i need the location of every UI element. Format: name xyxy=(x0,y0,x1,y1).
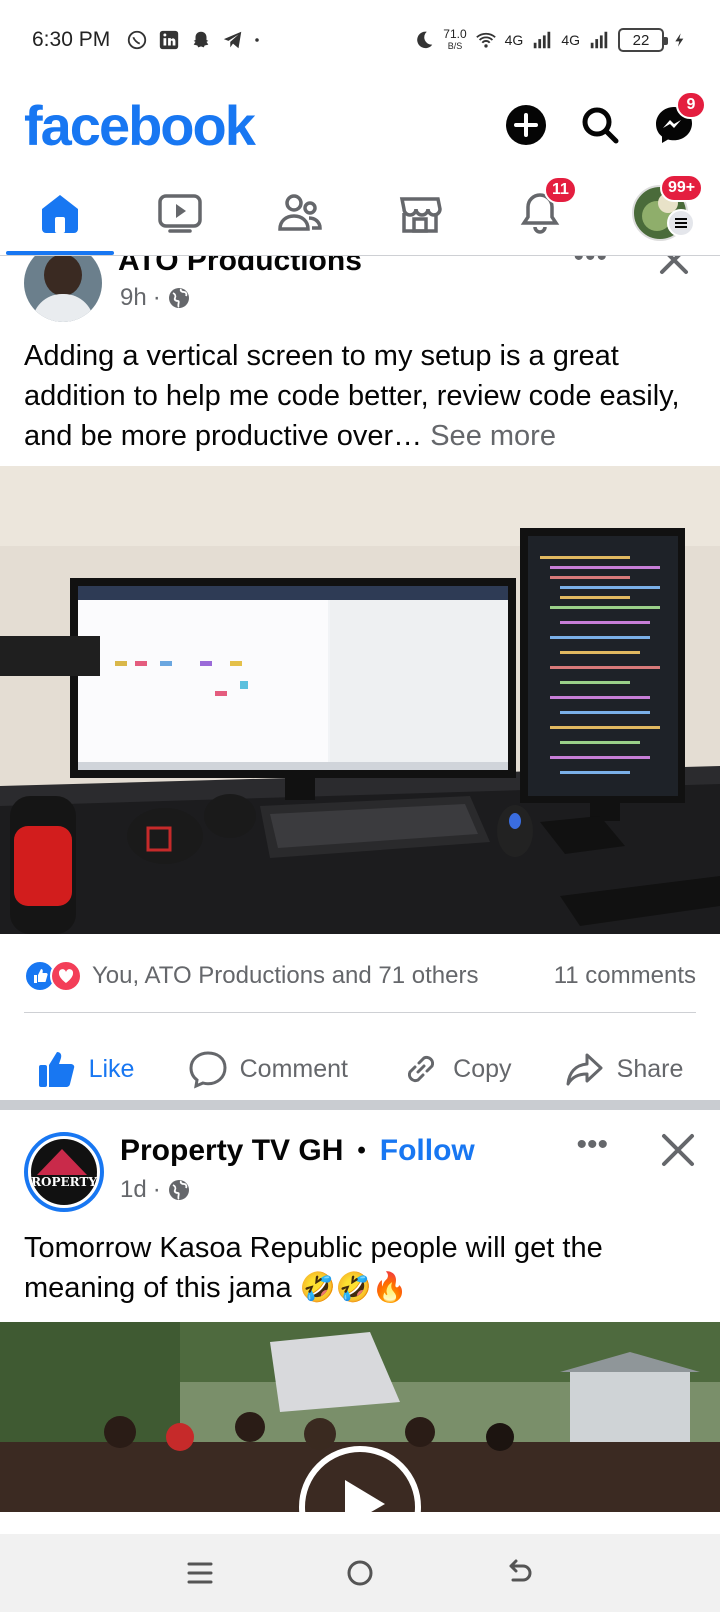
video-thumbnail xyxy=(0,1322,720,1512)
reactions-text: You, ATO Productions and 71 others xyxy=(92,962,479,989)
meta-dot: · xyxy=(152,284,161,311)
copy-button[interactable]: Copy xyxy=(401,1049,512,1089)
marketplace-icon xyxy=(399,196,442,233)
tab-home[interactable] xyxy=(0,170,120,255)
back-icon[interactable] xyxy=(505,1558,535,1588)
like-label: Like xyxy=(88,1054,135,1083)
charging-icon xyxy=(675,33,684,47)
page-avatar[interactable]: ROPERTY xyxy=(24,1132,104,1212)
close-icon[interactable] xyxy=(660,1132,696,1168)
signal-icon-2 xyxy=(590,31,608,49)
system-nav-bar xyxy=(0,1534,720,1612)
feed-post: ATO Productions 9h · ••• Adding a vertic… xyxy=(0,240,720,1136)
desk-setup-image xyxy=(0,466,720,934)
battery-indicator: 22 xyxy=(618,28,668,52)
battery-level: 22 xyxy=(632,31,650,49)
notifications-badge: 11 xyxy=(544,176,577,204)
post-meta: 1d · xyxy=(120,1176,191,1204)
copy-label: Copy xyxy=(453,1054,512,1083)
link-icon xyxy=(408,1055,435,1083)
network-type-2: 4G xyxy=(561,32,580,48)
dot-icon xyxy=(255,38,259,42)
linkedin-icon xyxy=(160,30,179,50)
post-meta: 9h · xyxy=(120,284,191,312)
love-reaction-icon xyxy=(50,960,82,992)
status-bar: 6:30 PM 71.0 B/S 4G 4G 22 xyxy=(0,0,720,80)
whatsapp-icon xyxy=(128,30,147,50)
main-tab-bar: 11 99+ xyxy=(0,170,720,256)
network-type-1: 4G xyxy=(504,32,524,48)
app-header: facebook 9 xyxy=(0,80,720,170)
recent-apps-icon[interactable] xyxy=(185,1558,215,1588)
create-button[interactable] xyxy=(504,103,548,147)
tab-marketplace[interactable] xyxy=(360,170,480,255)
comments-count[interactable]: 11 comments xyxy=(554,962,696,990)
net-speed-value: 71.0 xyxy=(443,27,467,41)
feed-post: ROPERTY Property TV GH • Follow 1d · •••… xyxy=(0,1110,720,1512)
globe-icon xyxy=(168,288,189,308)
facebook-logo[interactable]: facebook xyxy=(24,93,256,158)
globe-icon xyxy=(168,1180,189,1200)
messenger-button[interactable]: 9 xyxy=(652,91,706,147)
post-time[interactable]: 1d xyxy=(120,1176,147,1204)
see-more-link[interactable]: See more xyxy=(430,420,556,452)
search-button[interactable] xyxy=(578,103,622,147)
tab-watch[interactable] xyxy=(120,170,240,255)
post-text: Adding a vertical screen to my setup is … xyxy=(24,336,704,456)
post-video[interactable] xyxy=(0,1322,720,1512)
comment-button[interactable]: Comment xyxy=(188,1049,348,1089)
thumbs-up-icon xyxy=(38,1052,74,1087)
share-label: Share xyxy=(616,1054,684,1083)
page-header: Property TV GH • Follow xyxy=(120,1134,475,1168)
home-nav-icon[interactable] xyxy=(345,1558,375,1588)
post-more-button[interactable]: ••• xyxy=(576,1128,608,1162)
search-icon xyxy=(582,107,619,144)
post-body: Adding a vertical screen to my setup is … xyxy=(24,340,680,452)
page-name[interactable]: Property TV GH xyxy=(120,1134,343,1168)
feed-separator xyxy=(0,1100,720,1110)
friends-icon xyxy=(278,193,322,231)
reaction-icons xyxy=(24,960,82,992)
video-icon xyxy=(158,193,202,233)
divider xyxy=(24,1012,696,1013)
share-button[interactable]: Share xyxy=(565,1049,684,1089)
telegram-icon xyxy=(224,31,242,49)
tab-notifications[interactable]: 11 xyxy=(480,170,600,255)
like-button[interactable]: Like xyxy=(37,1049,135,1089)
tab-friends[interactable] xyxy=(240,170,360,255)
post-time[interactable]: 9h xyxy=(120,284,147,312)
net-speed-unit: B/S xyxy=(447,41,463,51)
network-speed: 71.0 B/S xyxy=(443,28,466,52)
post-text: Tomorrow Kasoa Republic people will get … xyxy=(24,1232,603,1304)
name-dot: • xyxy=(357,1137,366,1164)
plus-icon xyxy=(506,105,546,145)
share-icon xyxy=(566,1053,603,1086)
moon-icon xyxy=(417,31,433,49)
tab-menu[interactable]: 99+ xyxy=(600,170,720,255)
meta-dot: · xyxy=(152,1176,161,1203)
reactions-summary[interactable]: You, ATO Productions and 71 others 11 co… xyxy=(24,956,696,996)
menu-badge: 99+ xyxy=(660,174,704,202)
wifi-icon xyxy=(475,32,496,48)
post-photo[interactable] xyxy=(0,466,720,934)
comment-label: Comment xyxy=(239,1054,348,1083)
menu-icon xyxy=(667,209,695,237)
comment-icon xyxy=(189,1051,227,1089)
home-icon xyxy=(42,194,78,233)
messenger-badge: 9 xyxy=(676,91,706,119)
follow-button[interactable]: Follow xyxy=(380,1134,475,1168)
snapchat-icon xyxy=(193,31,209,48)
status-time: 6:30 PM xyxy=(32,28,111,51)
page-avatar-text: ROPERTY xyxy=(31,1175,97,1189)
signal-icon xyxy=(534,31,551,49)
